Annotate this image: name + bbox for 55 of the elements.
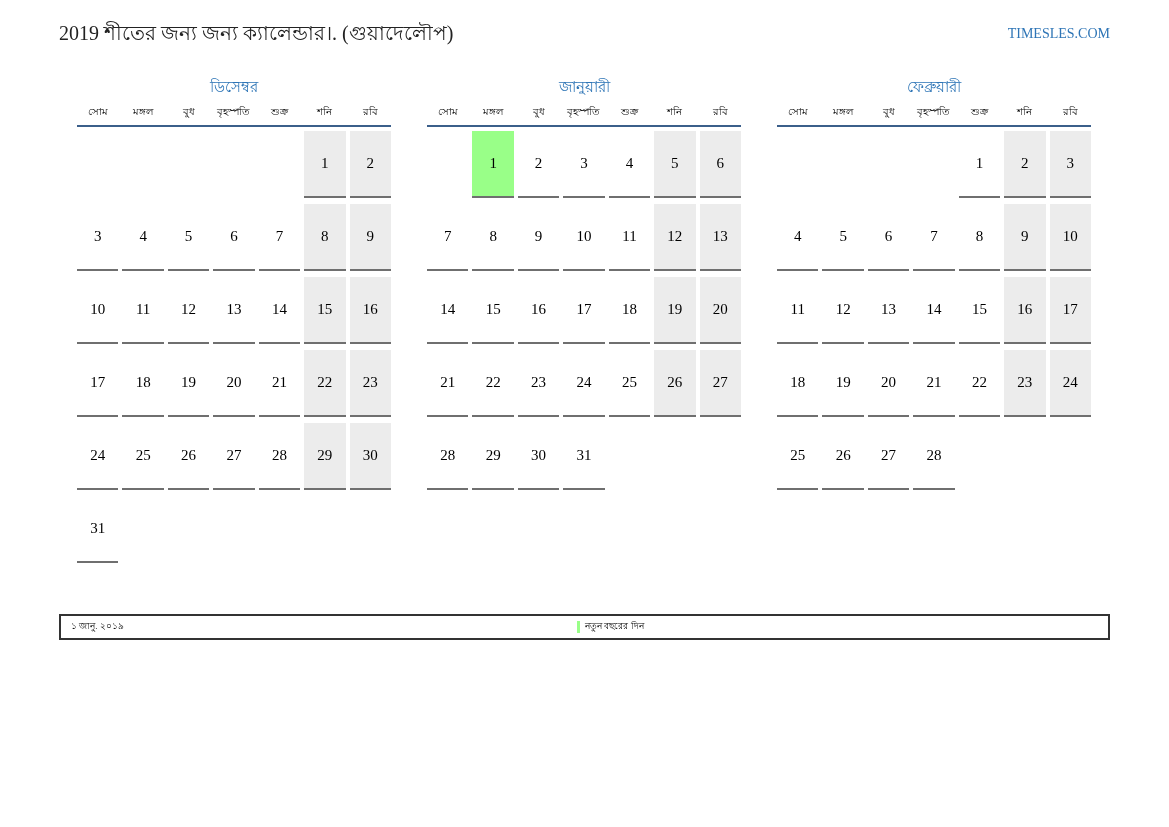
weekday-label: শনি [665, 105, 684, 119]
day-cell: 16 [1004, 277, 1046, 344]
day-cell: 2 [1004, 131, 1046, 198]
month-title: ডিসেম্বর [209, 77, 260, 97]
weekday-label: সোম [436, 105, 459, 119]
day-cell: 2 [349, 131, 391, 198]
day-cell: 16 [349, 277, 391, 344]
weekday-label: রবি [711, 105, 729, 119]
weekday-label: বৃহস্পতি [216, 105, 252, 119]
weekday-label: মঙ্গল [832, 105, 855, 119]
weekday-label: বৃহস্পতি [916, 105, 952, 119]
weekday-label: শুক্র [269, 105, 290, 119]
legend-date: ১ জানু. ২০১৯ [71, 620, 125, 634]
weekday-label: সোম [86, 105, 109, 119]
weekday-label: রবি [1061, 105, 1079, 119]
weekday-label: রবি [361, 105, 379, 119]
day-cell: 20 [699, 277, 741, 344]
weekday-label: শনি [1015, 105, 1034, 119]
weekday-label: বুধ [531, 105, 546, 119]
day-cell: 30 [349, 423, 391, 490]
day-cell: 1 [304, 131, 346, 198]
weekday-label: শুক্র [969, 105, 990, 119]
day-cell: 13 [699, 204, 741, 271]
day-cell: 9 [349, 204, 391, 271]
site-link[interactable]: TIMESLES.COM [1007, 23, 1110, 44]
holiday-label: নতুন বছরের দিন [585, 620, 644, 634]
day-cell: 3 [1049, 131, 1091, 198]
day-cell: 12 [654, 204, 696, 271]
month-title: জানুয়ারী [557, 77, 612, 97]
weekday-label: বুধ [181, 105, 196, 119]
day-cell: 10 [1049, 204, 1091, 271]
page-title: 2019 শীতের জন্য জন্য ক্যালেন্ডার।. (গুয়াদেলৌপ) [59, 20, 454, 47]
weekday-label: মঙ্গল [132, 105, 155, 119]
weekday-label: শনি [315, 105, 334, 119]
day-cell: 22 [304, 350, 346, 417]
day-cell: 23 [1004, 350, 1046, 417]
weekday-label: সোম [786, 105, 809, 119]
day-cell: 23 [349, 350, 391, 417]
day-cell: 27 [699, 350, 741, 417]
weekday-label: মঙ্গল [482, 105, 505, 119]
day-cell: 24 [1049, 350, 1091, 417]
day-cell: 19 [654, 277, 696, 344]
day-cell: 5 [654, 131, 696, 198]
day-cell: 9 [1004, 204, 1046, 271]
day-cell: 17 [1049, 277, 1091, 344]
day-cell: 6 [699, 131, 741, 198]
weekday-label: বৃহস্পতি [566, 105, 602, 119]
day-cell: 8 [304, 204, 346, 271]
weekday-label: বুধ [881, 105, 896, 119]
day-cell: 26 [654, 350, 696, 417]
weekday-label: শুক্র [619, 105, 640, 119]
day-cell: 1 [472, 131, 514, 198]
day-cell: 29 [304, 423, 346, 490]
month-title: ফেব্রুয়ারী [906, 77, 963, 97]
day-cell: 15 [304, 277, 346, 344]
